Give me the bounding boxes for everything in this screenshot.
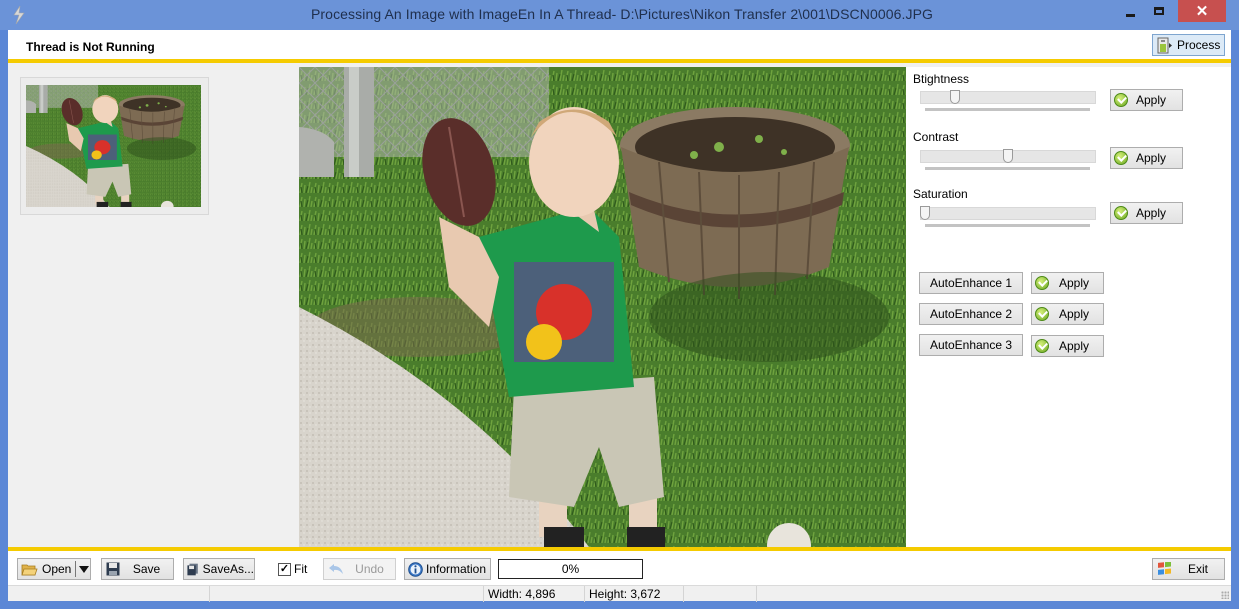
check-icon [1035,307,1049,321]
slider-thumb[interactable] [920,206,930,220]
process-icon [1157,37,1172,53]
process-label: Process [1177,38,1221,52]
autoenhance-3-button[interactable]: AutoEnhance 3 [919,334,1023,356]
folder-icon [21,564,38,575]
slider-baseline [925,108,1090,111]
maximize-icon [1154,7,1164,15]
slider-baseline [925,167,1090,170]
information-button[interactable]: Information [404,558,491,580]
contrast-apply-button[interactable]: Apply [1110,147,1183,169]
open-button[interactable]: Open [17,558,91,580]
check-icon [1114,206,1128,220]
autoenhance-1-apply-button[interactable]: Apply [1031,272,1104,294]
split-divider [75,561,76,577]
info-icon [408,561,423,577]
brightness-apply-button[interactable]: Apply [1110,89,1183,111]
resize-grip[interactable] [1221,591,1229,599]
windows-logo-icon [1158,562,1171,575]
autoenhance-2-apply-button[interactable]: Apply [1031,303,1104,325]
slider-track [920,207,1096,220]
thread-status-label: Thread is Not Running [26,40,155,54]
information-label: Information [426,562,487,576]
undo-icon [329,564,343,574]
status-height: Height: 3,672 [585,586,684,602]
status-bar: Width: 4,896 Height: 3,672 [8,585,1231,602]
progress-bar: 0% [498,559,643,579]
title-bar: Processing An Image with ImageEn In A Th… [0,0,1239,30]
autoenhance-1-button[interactable]: AutoEnhance 1 [919,272,1023,294]
thumbnail-image[interactable] [26,85,201,207]
save-label: Save [132,562,161,576]
brightness-slider[interactable] [920,89,1096,111]
autoenhance-3-apply-button[interactable]: Apply [1031,335,1104,357]
saturation-apply-button[interactable]: Apply [1110,202,1183,224]
status-panel-5 [684,586,757,602]
minimize-icon [1125,13,1135,17]
dropdown-arrow-icon[interactable] [79,566,89,573]
apply-label: Apply [1135,151,1167,165]
status-panel-2 [210,586,484,602]
thumbnail-frame [20,77,209,215]
apply-label: Apply [1058,307,1090,321]
image-viewer[interactable] [299,67,906,547]
apply-label: Apply [1058,339,1090,353]
undo-label: Undo [355,562,384,576]
slider-track [920,91,1096,104]
exit-button[interactable]: Exit [1152,558,1225,580]
photo-scene [299,67,906,547]
minimize-button[interactable] [1117,0,1143,22]
status-panel-1 [8,586,210,602]
saveas-button[interactable]: SaveAs... [183,558,255,580]
saveas-label: SaveAs... [202,562,254,576]
header-panel: Thread is Not Running Process [8,30,1231,63]
contrast-label: Contrast [913,130,959,144]
slider-thumb[interactable] [950,90,960,104]
adjustments-panel: Btightness Apply Contrast Apply Saturati… [906,67,1231,570]
check-icon [1035,276,1049,290]
window-title: Processing An Image with ImageEn In A Th… [310,6,934,22]
saturation-slider[interactable] [920,205,1096,227]
toolbar-undo-button[interactable]: Undo [323,558,396,580]
slider-baseline [925,224,1090,227]
bottom-toolbar: Open Save SaveAs... ✓ Fit Undo Informati… [8,547,1231,585]
close-icon: ✕ [1195,3,1209,20]
fit-checkbox[interactable]: ✓ Fit [278,562,307,576]
process-button[interactable]: Process [1152,34,1225,56]
maximize-button[interactable] [1146,0,1172,22]
save-button[interactable]: Save [101,558,174,580]
floppy-disk-icon [106,562,120,576]
client-area: Thread is Not Running Process Btightness… [8,30,1231,602]
exit-label: Exit [1187,562,1208,576]
saturation-label: Saturation [913,187,968,201]
slider-thumb[interactable] [1003,149,1013,163]
contrast-slider[interactable] [920,148,1096,170]
close-button[interactable]: ✕ [1178,0,1226,22]
check-icon [1035,339,1049,353]
open-label: Open [42,562,72,576]
status-width: Width: 4,896 [484,586,585,602]
check-icon [1114,93,1128,107]
apply-label: Apply [1058,276,1090,290]
apply-label: Apply [1135,93,1167,107]
apply-label: Apply [1135,206,1167,220]
fit-label: Fit [294,562,308,576]
progress-text: 0% [561,562,580,576]
fit-checkbox-box[interactable]: ✓ [278,562,291,576]
brightness-label: Btightness [913,72,970,86]
save-as-icon [187,563,198,575]
autoenhance-2-button[interactable]: AutoEnhance 2 [919,303,1023,325]
check-icon [1114,151,1128,165]
